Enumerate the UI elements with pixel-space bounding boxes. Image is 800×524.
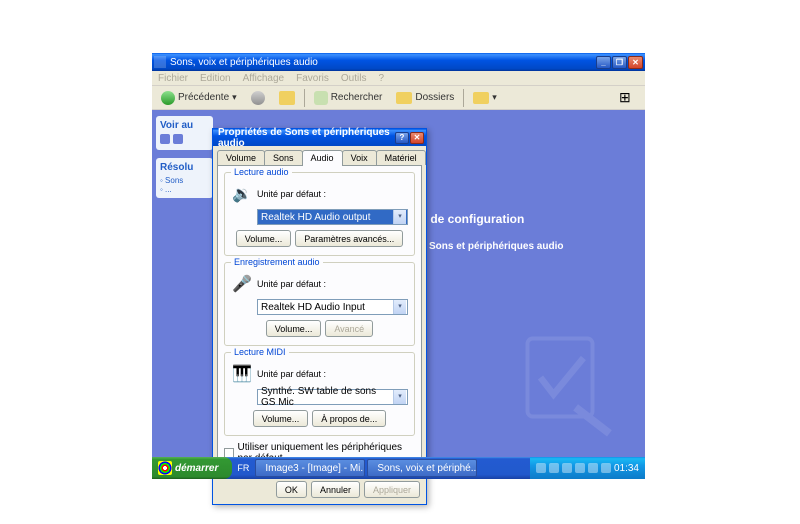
playback-label: Unité par défaut : bbox=[257, 189, 326, 199]
dialog-close-button[interactable]: ✕ bbox=[410, 132, 424, 144]
search-button[interactable]: Rechercher bbox=[309, 89, 388, 107]
taskbar-item-image3[interactable]: Image3 - [Image] - Mi... bbox=[255, 459, 365, 477]
toolbar-separator bbox=[463, 89, 464, 107]
folder-icon bbox=[396, 92, 412, 104]
dialog-title: Propriétés de Sons et périphériques audi… bbox=[215, 127, 394, 149]
system-tray[interactable]: 01:34 bbox=[530, 457, 645, 479]
tray-icon[interactable] bbox=[536, 463, 546, 473]
midi-label: Unité par défaut : bbox=[257, 369, 326, 379]
tray-icon[interactable] bbox=[562, 463, 572, 473]
forward-icon bbox=[251, 91, 265, 105]
back-button[interactable]: Précédente ▾ bbox=[156, 89, 242, 107]
views-icon bbox=[473, 92, 489, 104]
midi-about-button[interactable]: À propos de... bbox=[312, 410, 386, 427]
midi-group: Lecture MIDI 🎹 Unité par défaut : Synthé… bbox=[224, 352, 415, 436]
menu-help[interactable]: ? bbox=[378, 73, 384, 84]
back-icon bbox=[161, 91, 175, 105]
start-button[interactable]: démarrer bbox=[152, 457, 232, 479]
dialog-buttons: OK Annuler Appliquer bbox=[213, 475, 426, 504]
tray-icon[interactable] bbox=[588, 463, 598, 473]
sidebar-box-see-also: Voir au bbox=[156, 116, 213, 150]
recording-label: Unité par défaut : bbox=[257, 279, 326, 289]
menu-file[interactable]: Fichier bbox=[158, 73, 188, 84]
search-icon bbox=[314, 91, 328, 105]
menu-view[interactable]: Affichage bbox=[243, 73, 285, 84]
midi-group-title: Lecture MIDI bbox=[231, 347, 289, 357]
views-button[interactable]: ▾ bbox=[468, 90, 502, 106]
menu-favorites[interactable]: Favoris bbox=[296, 73, 329, 84]
cancel-button[interactable]: Annuler bbox=[311, 481, 360, 498]
recording-group: Enregistrement audio 🎤 Unité par défaut … bbox=[224, 262, 415, 346]
menu-bar: Fichier Edition Affichage Favoris Outils… bbox=[152, 71, 645, 86]
recording-volume-button[interactable]: Volume... bbox=[266, 320, 322, 337]
windows-logo-icon: ⊞ bbox=[619, 89, 641, 107]
control-panel-titlebar[interactable]: Sons, voix et périphériques audio _ ❐ ✕ bbox=[152, 53, 645, 71]
folders-button[interactable]: Dossiers bbox=[391, 90, 459, 106]
menu-tools[interactable]: Outils bbox=[341, 73, 367, 84]
tab-sounds[interactable]: Sons bbox=[264, 150, 303, 165]
minimize-button[interactable]: _ bbox=[596, 56, 611, 69]
taskbar-item-sounds[interactable]: Sons, voix et périphé... bbox=[367, 459, 477, 477]
sidebar-box-troubleshoot: Résolu ◦ Sons◦ ... bbox=[156, 158, 213, 198]
tab-voice[interactable]: Voix bbox=[342, 150, 377, 165]
toolbar-separator bbox=[304, 89, 305, 107]
speaker-icon: 🔉 bbox=[231, 183, 253, 205]
tray-icon[interactable] bbox=[549, 463, 559, 473]
recording-advanced-button[interactable]: Avancé bbox=[325, 320, 373, 337]
dialog-content: Lecture audio 🔉 Unité par défaut : Realt… bbox=[217, 165, 422, 471]
audio-properties-dialog: Propriétés de Sons et périphériques audi… bbox=[212, 128, 427, 505]
recording-device-select[interactable]: Realtek HD Audio Input bbox=[257, 299, 408, 315]
taskbar: démarrer FR Image3 - [Image] - Mi... Son… bbox=[152, 457, 645, 479]
sidebar: Voir au Résolu ◦ Sons◦ ... bbox=[152, 110, 217, 479]
playback-advanced-button[interactable]: Paramètres avancés... bbox=[295, 230, 403, 247]
recording-group-title: Enregistrement audio bbox=[231, 257, 323, 267]
menu-edit[interactable]: Edition bbox=[200, 73, 231, 84]
maximize-button[interactable]: ❐ bbox=[612, 56, 627, 69]
dialog-help-button[interactable]: ? bbox=[395, 132, 409, 144]
control-panel-icon bbox=[154, 56, 166, 68]
tab-hardware[interactable]: Matériel bbox=[376, 150, 426, 165]
watermark-icon bbox=[495, 319, 625, 449]
midi-volume-button[interactable]: Volume... bbox=[253, 410, 309, 427]
playback-group: Lecture audio 🔉 Unité par défaut : Realt… bbox=[224, 172, 415, 256]
dialog-tabs: Volume Sons Audio Voix Matériel bbox=[213, 146, 426, 165]
close-button[interactable]: ✕ bbox=[628, 56, 643, 69]
ok-button[interactable]: OK bbox=[276, 481, 307, 498]
playback-device-select[interactable]: Realtek HD Audio output bbox=[257, 209, 408, 225]
clock[interactable]: 01:34 bbox=[614, 463, 639, 474]
window-title: Sons, voix et périphériques audio bbox=[170, 57, 595, 68]
apply-button[interactable]: Appliquer bbox=[364, 481, 420, 498]
language-indicator[interactable]: FR bbox=[232, 463, 254, 473]
forward-button[interactable] bbox=[246, 89, 270, 107]
toolbar: Précédente ▾ Rechercher Dossiers ▾ ⊞ bbox=[152, 86, 645, 110]
dialog-titlebar[interactable]: Propriétés de Sons et périphériques audi… bbox=[213, 129, 426, 146]
playback-volume-button[interactable]: Volume... bbox=[236, 230, 292, 247]
up-button[interactable] bbox=[274, 89, 300, 107]
tab-volume[interactable]: Volume bbox=[217, 150, 265, 165]
cp-item-sounds[interactable]: 🔊Sons et périphériques audio bbox=[403, 236, 563, 256]
tray-icon[interactable] bbox=[601, 463, 611, 473]
desktop: Sons, voix et périphériques audio _ ❐ ✕ … bbox=[152, 53, 645, 479]
up-icon bbox=[279, 91, 295, 105]
playback-group-title: Lecture audio bbox=[231, 167, 292, 177]
midi-icon: 🎹 bbox=[231, 363, 253, 385]
midi-device-select[interactable]: Synthé. SW table de sons GS Mic bbox=[257, 389, 408, 405]
tray-icon[interactable] bbox=[575, 463, 585, 473]
microphone-icon: 🎤 bbox=[231, 273, 253, 295]
tab-audio[interactable]: Audio bbox=[302, 150, 343, 166]
